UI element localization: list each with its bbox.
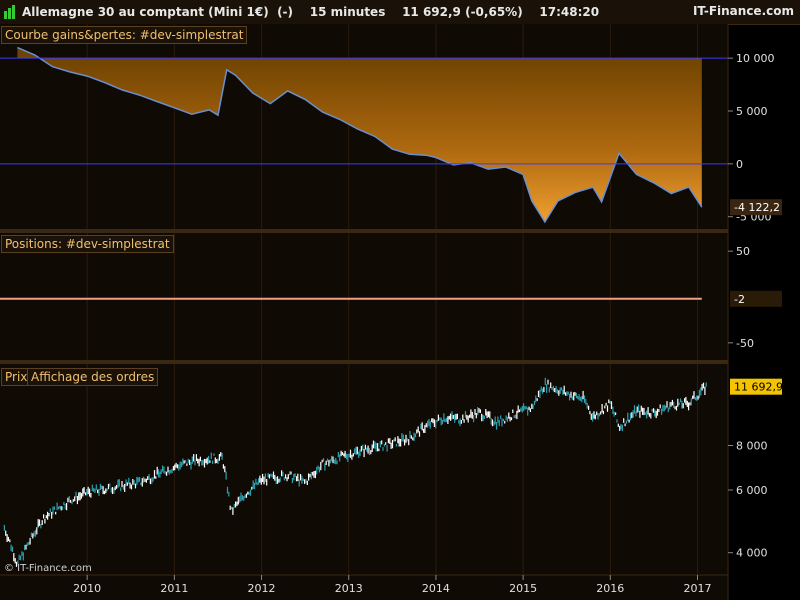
orders-display-label[interactable]: Affichage des ordres <box>27 368 159 386</box>
pnl-last-value: -4 122,2 <box>734 201 780 214</box>
price-tick-label: 8 000 <box>736 439 768 452</box>
title-bar: Allemagne 30 au comptant (Mini 1€) (-) 1… <box>0 0 800 25</box>
clock: 17:48:20 <box>539 5 600 19</box>
x-tick-label: 2012 <box>248 582 276 595</box>
chart-area[interactable]: 10 0005 0000-5 000 50-50 8 0006 0004 000… <box>0 24 800 600</box>
instrument-name: Allemagne 30 au comptant (Mini 1€) <box>22 5 269 19</box>
pnl-tick-label: 5 000 <box>736 105 768 118</box>
price-last-value: 11 692,9 <box>734 381 783 394</box>
x-tick-label: 2015 <box>509 582 537 595</box>
panel-separator <box>0 229 728 233</box>
positions-panel-label[interactable]: Positions: #dev-simplestrat <box>1 235 174 253</box>
x-tick-label: 2014 <box>422 582 450 595</box>
price-tick-label: 6 000 <box>736 484 768 497</box>
panel-separator <box>0 360 728 364</box>
x-tick-label: 2010 <box>73 582 101 595</box>
positions-tick-label: -50 <box>736 337 754 350</box>
positions-tick-label: 50 <box>736 245 750 258</box>
x-tick-label: 2011 <box>160 582 188 595</box>
chart-bars-icon <box>4 5 15 19</box>
last-price: 11 692,9 <box>402 5 461 19</box>
instrument-flag: (-) <box>277 5 294 19</box>
x-tick-label: 2013 <box>335 582 363 595</box>
x-tick-label: 2017 <box>683 582 711 595</box>
interval[interactable]: 15 minutes <box>310 5 386 19</box>
watermark: © IT-Finance.com <box>4 563 92 574</box>
pnl-tick-label: 0 <box>736 158 743 171</box>
pnl-tick-label: 10 000 <box>736 52 775 65</box>
pnl-panel-label[interactable]: Courbe gains&pertes: #dev-simplestrat <box>1 26 248 44</box>
positions-last-value: -2 <box>734 293 745 306</box>
x-tick-label: 2016 <box>596 582 624 595</box>
brand-name: IT-Finance.com <box>692 4 794 18</box>
price-change: (-0,65%) <box>465 5 523 19</box>
price-tick-label: 4 000 <box>736 547 768 560</box>
